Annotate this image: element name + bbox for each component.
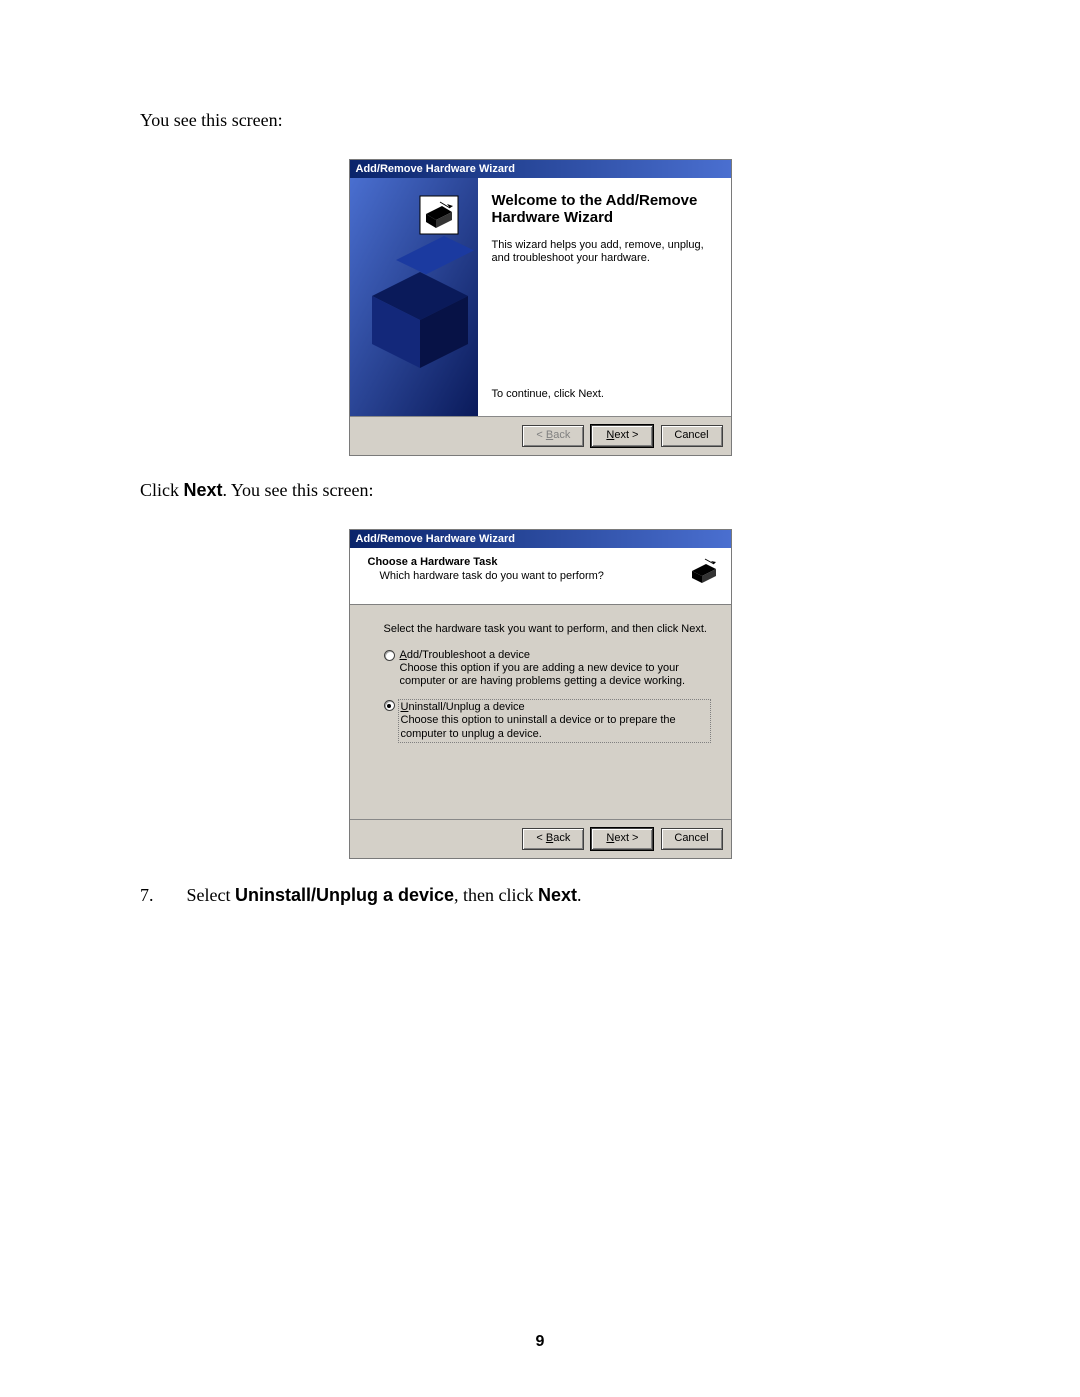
button-row: < Back Next > Cancel	[350, 819, 731, 858]
next-button[interactable]: Next >	[591, 828, 653, 850]
step-bold-1: Uninstall/Unplug a device	[235, 885, 454, 905]
step-number: 7.	[140, 885, 182, 906]
hardware-icon	[687, 554, 721, 588]
radio-unchecked-icon	[384, 650, 395, 661]
intro2-pre: Click	[140, 480, 184, 500]
option-add-troubleshoot[interactable]: Add/Troubleshoot a device Choose this op…	[384, 649, 709, 688]
wizard-content: Welcome to the Add/Remove Hardware Wizar…	[478, 178, 731, 416]
wizard-description: This wizard helps you add, remove, unplu…	[492, 239, 717, 267]
titlebar: Add/Remove Hardware Wizard	[350, 530, 731, 548]
intro2-text: Click Next. You see this screen:	[140, 480, 940, 501]
button-row: < Back Next > Cancel	[350, 416, 731, 455]
wizard-body: Select the hardware task you want to per…	[350, 605, 731, 819]
wizard-instruction: Select the hardware task you want to per…	[384, 623, 709, 635]
option-uninstall-unplug[interactable]: Uninstall/Unplug a device Choose this op…	[384, 699, 709, 742]
wizard-welcome-dialog: Add/Remove Hardware Wizard	[349, 159, 732, 456]
intro2-bold: Next	[184, 480, 223, 500]
option-description: Choose this option if you are adding a n…	[400, 662, 709, 688]
cancel-button[interactable]: Cancel	[661, 425, 723, 447]
wizard-header-title: Choose a Hardware Task	[368, 556, 721, 568]
wizard-heading: Welcome to the Add/Remove Hardware Wizar…	[492, 192, 717, 227]
step-bold-2: Next	[538, 885, 577, 905]
next-button[interactable]: Next >	[591, 425, 653, 447]
step-pre: Select	[187, 885, 235, 905]
step-post: .	[577, 885, 582, 905]
radio-checked-icon	[384, 700, 395, 711]
step-mid: , then click	[454, 885, 538, 905]
titlebar: Add/Remove Hardware Wizard	[350, 160, 731, 178]
back-button[interactable]: < Back	[522, 828, 584, 850]
wizard-header-subtitle: Which hardware task do you want to perfo…	[368, 570, 721, 582]
page-number: 9	[0, 1333, 1080, 1351]
wizard-header-band: Choose a Hardware Task Which hardware ta…	[350, 548, 731, 605]
option-label: Add/Troubleshoot a device	[400, 649, 530, 661]
intro-text: You see this screen:	[140, 110, 940, 131]
wizard-body: Welcome to the Add/Remove Hardware Wizar…	[350, 178, 731, 416]
step-7: 7. Select Uninstall/Unplug a device, the…	[140, 885, 940, 906]
option-label: Uninstall/Unplug a device	[401, 701, 525, 713]
wizard-task-dialog: Add/Remove Hardware Wizard Choose a Hard…	[349, 529, 732, 859]
option-description: Choose this option to uninstall a device…	[401, 714, 708, 740]
intro2-post: . You see this screen:	[223, 480, 374, 500]
document-page: You see this screen: Add/Remove Hardware…	[0, 0, 1080, 1397]
back-button[interactable]: < Back	[522, 425, 584, 447]
wizard-side-graphic	[350, 178, 478, 416]
wizard-continue-hint: To continue, click Next.	[492, 388, 717, 408]
cancel-button[interactable]: Cancel	[661, 828, 723, 850]
hardware-graphic-icon	[350, 178, 478, 416]
